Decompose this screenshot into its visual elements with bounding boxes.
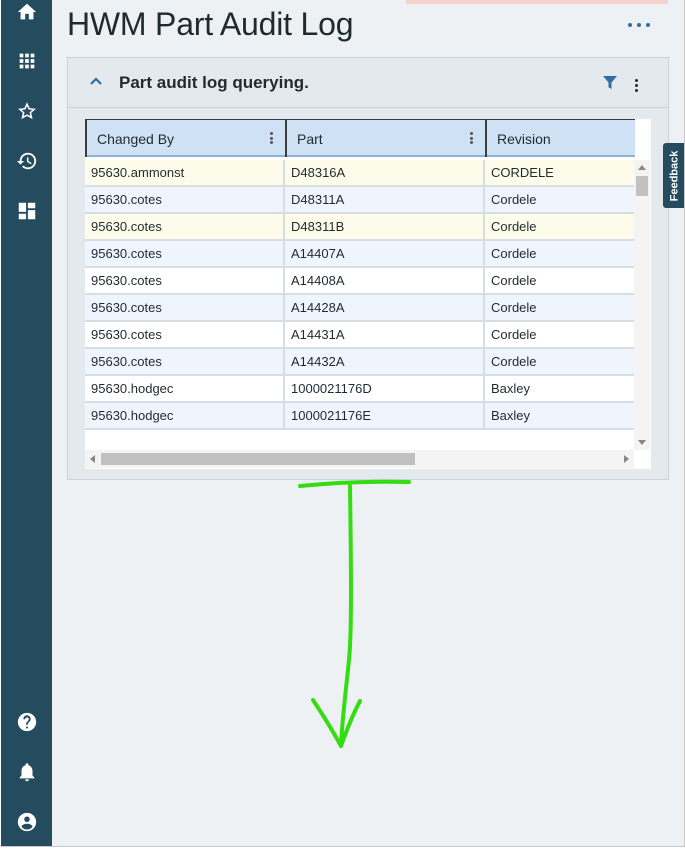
cell-revision: Cordele <box>491 354 537 369</box>
grid-body: 95630.ammonst D48316A CORDELE 95630.cote… <box>85 160 635 430</box>
column-header-changed-by[interactable]: Changed By <box>85 119 285 157</box>
feedback-tab[interactable]: Feedback <box>663 143 685 208</box>
cell-revision: CORDELE <box>491 165 554 180</box>
table-row[interactable]: 95630.cotes A14408A Cordele <box>85 268 635 295</box>
card-header: Part audit log querying. <box>68 58 668 108</box>
cell-revision: Baxley <box>491 381 531 396</box>
horizontal-scroll-thumb[interactable] <box>101 453 415 465</box>
cell-part: 1000021176E <box>285 403 485 428</box>
column-menu-icon[interactable] <box>470 132 474 144</box>
account-icon[interactable] <box>15 810 39 834</box>
table-row[interactable]: 95630.ammonst D48316A CORDELE <box>85 160 635 187</box>
cell-changed-by: 95630.cotes <box>85 295 285 320</box>
bell-icon[interactable] <box>15 760 39 784</box>
table-row[interactable]: 95630.cotes D48311B Cordele <box>85 214 635 241</box>
column-header-label: Changed By <box>97 130 175 147</box>
help-icon[interactable] <box>15 710 39 734</box>
table-row[interactable]: 95630.cotes A14407A Cordele <box>85 241 635 268</box>
column-header-part[interactable]: Part <box>285 119 485 157</box>
cell-changed-by: 95630.cotes <box>85 187 285 212</box>
cell-changed-by: 95630.ammonst <box>85 160 285 185</box>
cell-changed-by: 95630.cotes <box>85 268 285 293</box>
cell-changed-by: 95630.hodgec <box>85 376 285 401</box>
cell-part: A14408A <box>285 268 485 293</box>
cell-part: D48311A <box>285 187 485 212</box>
dashboard-icon[interactable] <box>15 199 39 223</box>
column-header-revision[interactable]: Revision <box>485 119 635 157</box>
table-row[interactable]: 95630.cotes A14431A Cordele <box>85 322 635 349</box>
scroll-down-icon[interactable] <box>638 440 646 445</box>
cell-part: D48311B <box>285 214 485 239</box>
cell-changed-by: 95630.cotes <box>85 214 285 239</box>
table-row[interactable]: 95630.hodgec 1000021176D Baxley <box>85 376 635 403</box>
cell-changed-by: 95630.cotes <box>85 241 285 266</box>
table-row[interactable]: 95630.hodgec 1000021176E Baxley <box>85 403 635 430</box>
more-options-icon[interactable] <box>628 16 650 34</box>
cell-part: A14432A <box>285 349 485 374</box>
cell-part: 1000021176D <box>285 376 485 401</box>
main-content: HWM Part Audit Log Part audit log queryi… <box>52 0 684 846</box>
cell-part: A14431A <box>285 322 485 347</box>
cell-part: A14407A <box>285 241 485 266</box>
feedback-label: Feedback <box>668 150 680 201</box>
cell-revision: Baxley <box>491 408 531 423</box>
home-icon[interactable] <box>15 0 39 24</box>
cell-revision: Cordele <box>491 192 537 207</box>
audit-log-grid: Changed By Part Revision 95630.ammonst D… <box>85 119 651 469</box>
cell-revision: Cordele <box>491 273 537 288</box>
column-header-label: Part <box>297 130 323 147</box>
vertical-scrollbar[interactable] <box>634 160 650 450</box>
page-title: HWM Part Audit Log <box>67 6 354 42</box>
scroll-right-icon[interactable] <box>624 455 629 463</box>
star-icon[interactable] <box>15 99 39 123</box>
history-icon[interactable] <box>15 149 39 173</box>
cell-part: D48316A <box>285 160 485 185</box>
audit-log-card: Part audit log querying. Changed By Part <box>67 57 669 480</box>
cell-changed-by: 95630.hodgec <box>85 403 285 428</box>
cell-changed-by: 95630.cotes <box>85 349 285 374</box>
cell-revision: Cordele <box>491 327 537 342</box>
table-row[interactable]: 95630.cotes A14428A Cordele <box>85 295 635 322</box>
cell-revision: Cordele <box>491 300 537 315</box>
horizontal-scrollbar[interactable] <box>85 450 634 468</box>
cell-revision: Cordele <box>491 219 537 234</box>
grid-apps-icon[interactable] <box>15 49 39 73</box>
notification-strip <box>406 0 668 4</box>
table-row[interactable]: 95630.cotes D48311A Cordele <box>85 187 635 214</box>
cell-changed-by: 95630.cotes <box>85 322 285 347</box>
scroll-left-icon[interactable] <box>90 455 95 463</box>
cell-revision: Cordele <box>491 246 537 261</box>
column-menu-icon[interactable] <box>270 132 274 144</box>
nav-rail <box>1 0 52 846</box>
cell-part: A14428A <box>285 295 485 320</box>
column-header-label: Revision <box>497 130 551 147</box>
grid-header: Changed By Part Revision <box>85 119 635 157</box>
card-title: Part audit log querying. <box>119 73 309 92</box>
chevron-up-icon[interactable] <box>88 73 104 89</box>
vertical-scroll-thumb[interactable] <box>636 176 648 196</box>
filter-icon[interactable] <box>603 76 617 90</box>
card-menu-icon[interactable] <box>635 79 639 92</box>
scroll-up-icon[interactable] <box>638 165 646 170</box>
table-row[interactable]: 95630.cotes A14432A Cordele <box>85 349 635 376</box>
